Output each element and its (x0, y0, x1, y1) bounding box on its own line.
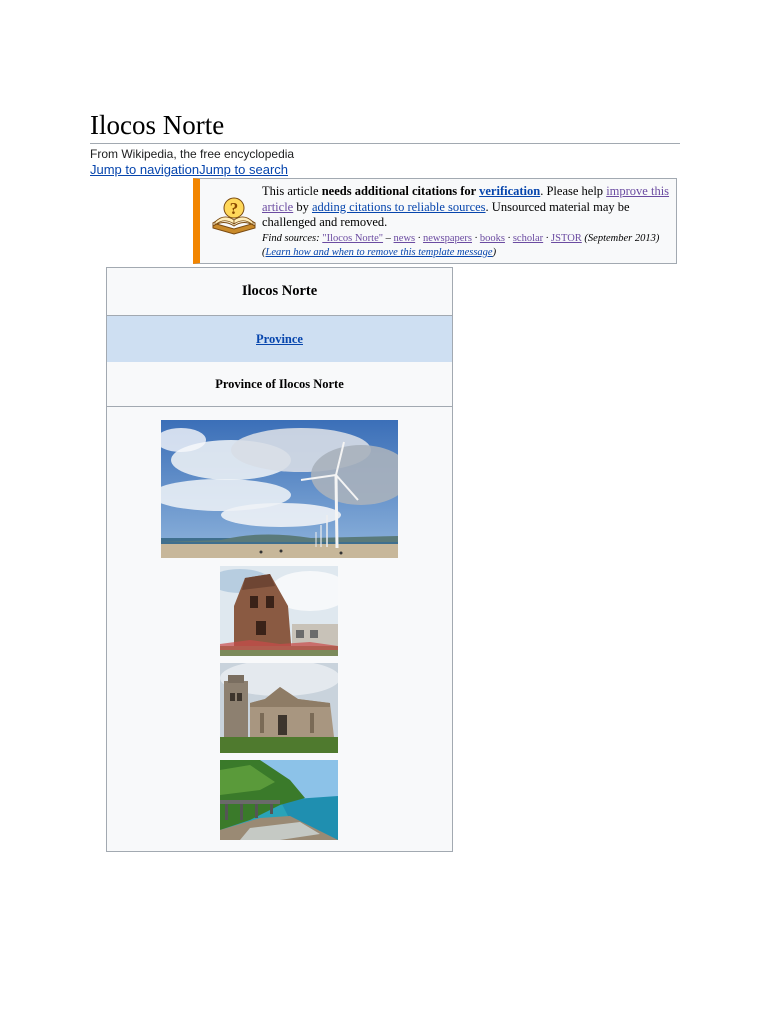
jump-links: Jump to navigationJump to search (90, 162, 288, 178)
notice-text-part: . Please help (540, 184, 607, 198)
notice-text-part: This article (262, 184, 322, 198)
coastal-viaduct-photo[interactable] (220, 760, 338, 840)
question-book-icon: ? (210, 195, 258, 239)
separator: – (383, 232, 394, 244)
jump-to-search-link[interactable]: Jump to search (199, 162, 288, 177)
article-page: Ilocos Norte From Wikipedia, the free en… (0, 0, 768, 1024)
verification-link[interactable]: verification (479, 184, 540, 198)
scholar-link[interactable]: scholar (513, 233, 543, 244)
notice-text: This article needs additional citations … (262, 184, 674, 260)
separator: · (504, 232, 513, 244)
find-sources-line: Find sources: "Ilocos Norte" – news · ne… (262, 232, 674, 260)
newspapers-link[interactable]: newspapers (423, 233, 472, 244)
province-link[interactable]: Province (256, 332, 303, 347)
separator: · (543, 232, 552, 244)
paoay-church-photo[interactable] (220, 663, 338, 753)
windmill-photo[interactable] (161, 420, 398, 558)
separator: · (472, 232, 480, 244)
page-title: Ilocos Norte (90, 110, 225, 140)
jstor-link[interactable]: JSTOR (551, 233, 582, 244)
site-tagline: From Wikipedia, the free encyclopedia (90, 147, 295, 161)
infobox-type-row: Province (107, 316, 452, 362)
svg-text:?: ? (230, 199, 239, 218)
learn-remove-template-link[interactable]: Learn how and when to remove this templa… (266, 247, 493, 258)
bell-tower-photo[interactable] (220, 566, 338, 656)
notice-text-part: by (293, 199, 312, 214)
infobox-title: Ilocos Norte (107, 268, 452, 316)
notice-text-part: ) (492, 246, 497, 258)
source-query-link[interactable]: "Ilocos Norte" (322, 233, 383, 244)
find-sources-label: Find sources: (262, 232, 323, 244)
news-link[interactable]: news (394, 233, 416, 244)
separator: · (415, 232, 424, 244)
adding-citations-link[interactable]: adding citations to reliable sources (312, 200, 486, 214)
notice-bold-text: needs additional citations for (321, 184, 480, 198)
books-link[interactable]: books (480, 233, 505, 244)
jump-to-navigation-link[interactable]: Jump to navigation (90, 162, 199, 177)
infobox: Ilocos Norte Province Province of Ilocos… (106, 267, 453, 852)
infobox-official-name: Province of Ilocos Norte (107, 363, 452, 407)
title-divider (90, 143, 680, 144)
citation-notice-box: ? This article needs additional citation… (193, 178, 677, 264)
